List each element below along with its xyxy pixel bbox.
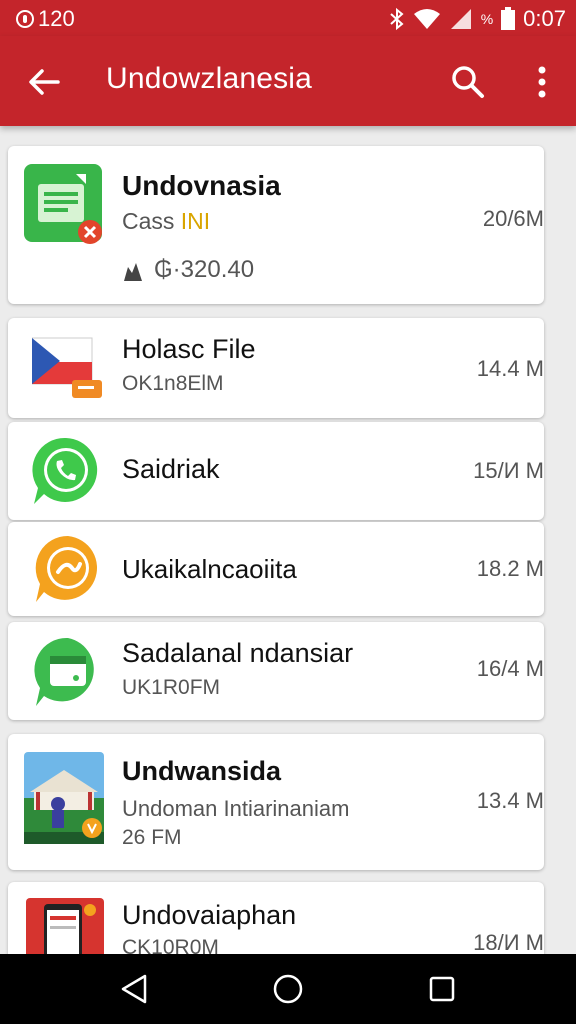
nav-recents-button[interactable] [418, 966, 466, 1012]
flag-folder-icon [31, 336, 108, 400]
more-options-button[interactable] [520, 60, 564, 104]
green-document-icon [24, 164, 104, 244]
more-vert-icon [538, 66, 546, 98]
item-size: 18.2 M [476, 556, 544, 581]
signal-icon [450, 9, 471, 29]
status-left-text: 120 [38, 6, 75, 31]
item-extra: 26 FM [122, 826, 182, 849]
item-price: ₲·320.40 [154, 256, 255, 283]
item-subtitle: Undoman Intiarinaniam [122, 796, 350, 821]
page-title: Undowzlanesia [106, 62, 313, 95]
list-item[interactable]: Ukaikalncaoiita 18.2 M [8, 522, 544, 616]
item-name: Saidriak [122, 454, 220, 484]
item-price-row: ₲·320.40 [122, 256, 254, 284]
back-button[interactable] [22, 60, 66, 104]
nav-recents-icon [429, 976, 455, 1002]
arrow-back-icon [29, 69, 60, 95]
list-item[interactable]: Saidriak 15/И M [8, 422, 544, 520]
item-size: 14.4 M [476, 356, 544, 381]
status-time: 0:07 [523, 6, 566, 31]
list-item[interactable]: Sadalanal ndansiar UK1R0FM 16/4 M [8, 622, 544, 720]
bluetooth-icon [390, 7, 404, 31]
status-bar: 120 % 0:07 [0, 0, 576, 36]
whatsapp-icon [30, 434, 102, 508]
list-item[interactable]: Undovnasia Cass INI ₲·320.40 20/6M [8, 146, 544, 304]
app-bar: Undowzlanesia [0, 36, 576, 126]
nav-home-button[interactable] [264, 966, 312, 1012]
green-chat-card-icon [30, 634, 106, 708]
game-thumbnail-icon [24, 752, 104, 844]
search-button[interactable] [446, 60, 490, 104]
wifi-icon [413, 9, 440, 29]
item-subtitle-text: Cass [122, 208, 175, 234]
orange-chat-icon [32, 534, 104, 606]
nav-back-icon [121, 974, 147, 1004]
item-size: 20/6M [482, 206, 544, 231]
list-item[interactable]: Holasc File OK1n8ElM 14.4 M [8, 318, 544, 418]
item-size: 13.4 M [476, 788, 544, 813]
navigation-bar [0, 954, 576, 1024]
item-subtitle-badge: INI [180, 208, 211, 234]
item-name: Holasc File [122, 334, 256, 364]
item-subtitle: Cass INI [122, 208, 210, 235]
nav-back-button[interactable] [110, 966, 158, 1012]
battery-icon [501, 7, 516, 30]
battery-percent: % [480, 11, 494, 27]
item-name: Sadalanal ndansiar [122, 638, 354, 668]
list-item[interactable]: Undwansida Undoman Intiarinaniam 26 FM 1… [8, 734, 544, 870]
item-size: 18/И M [473, 930, 544, 955]
status-left: 120 [16, 6, 75, 32]
item-name: Undovaiaphan [122, 900, 297, 930]
status-right: % 0:07 [389, 6, 566, 32]
notification-icon [16, 10, 34, 28]
item-size: 16/4 M [476, 656, 544, 681]
item-size: 15/И M [473, 458, 544, 483]
item-name: Undovnasia [122, 170, 281, 201]
item-subtitle: UK1R0FM [122, 676, 221, 699]
item-subtitle: OK1n8ElM [122, 372, 224, 395]
user-group-icon [124, 263, 142, 281]
item-name: Ukaikalncaoiita [122, 554, 297, 584]
search-icon [452, 66, 484, 98]
nav-home-icon [273, 974, 303, 1004]
item-name: Undwansida [122, 756, 282, 786]
